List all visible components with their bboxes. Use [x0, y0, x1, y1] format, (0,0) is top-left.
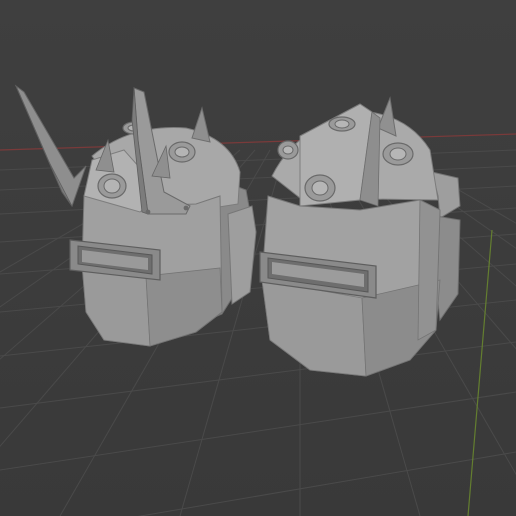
3d-viewport[interactable]: [0, 0, 516, 516]
viewport-canvas[interactable]: [0, 0, 516, 516]
